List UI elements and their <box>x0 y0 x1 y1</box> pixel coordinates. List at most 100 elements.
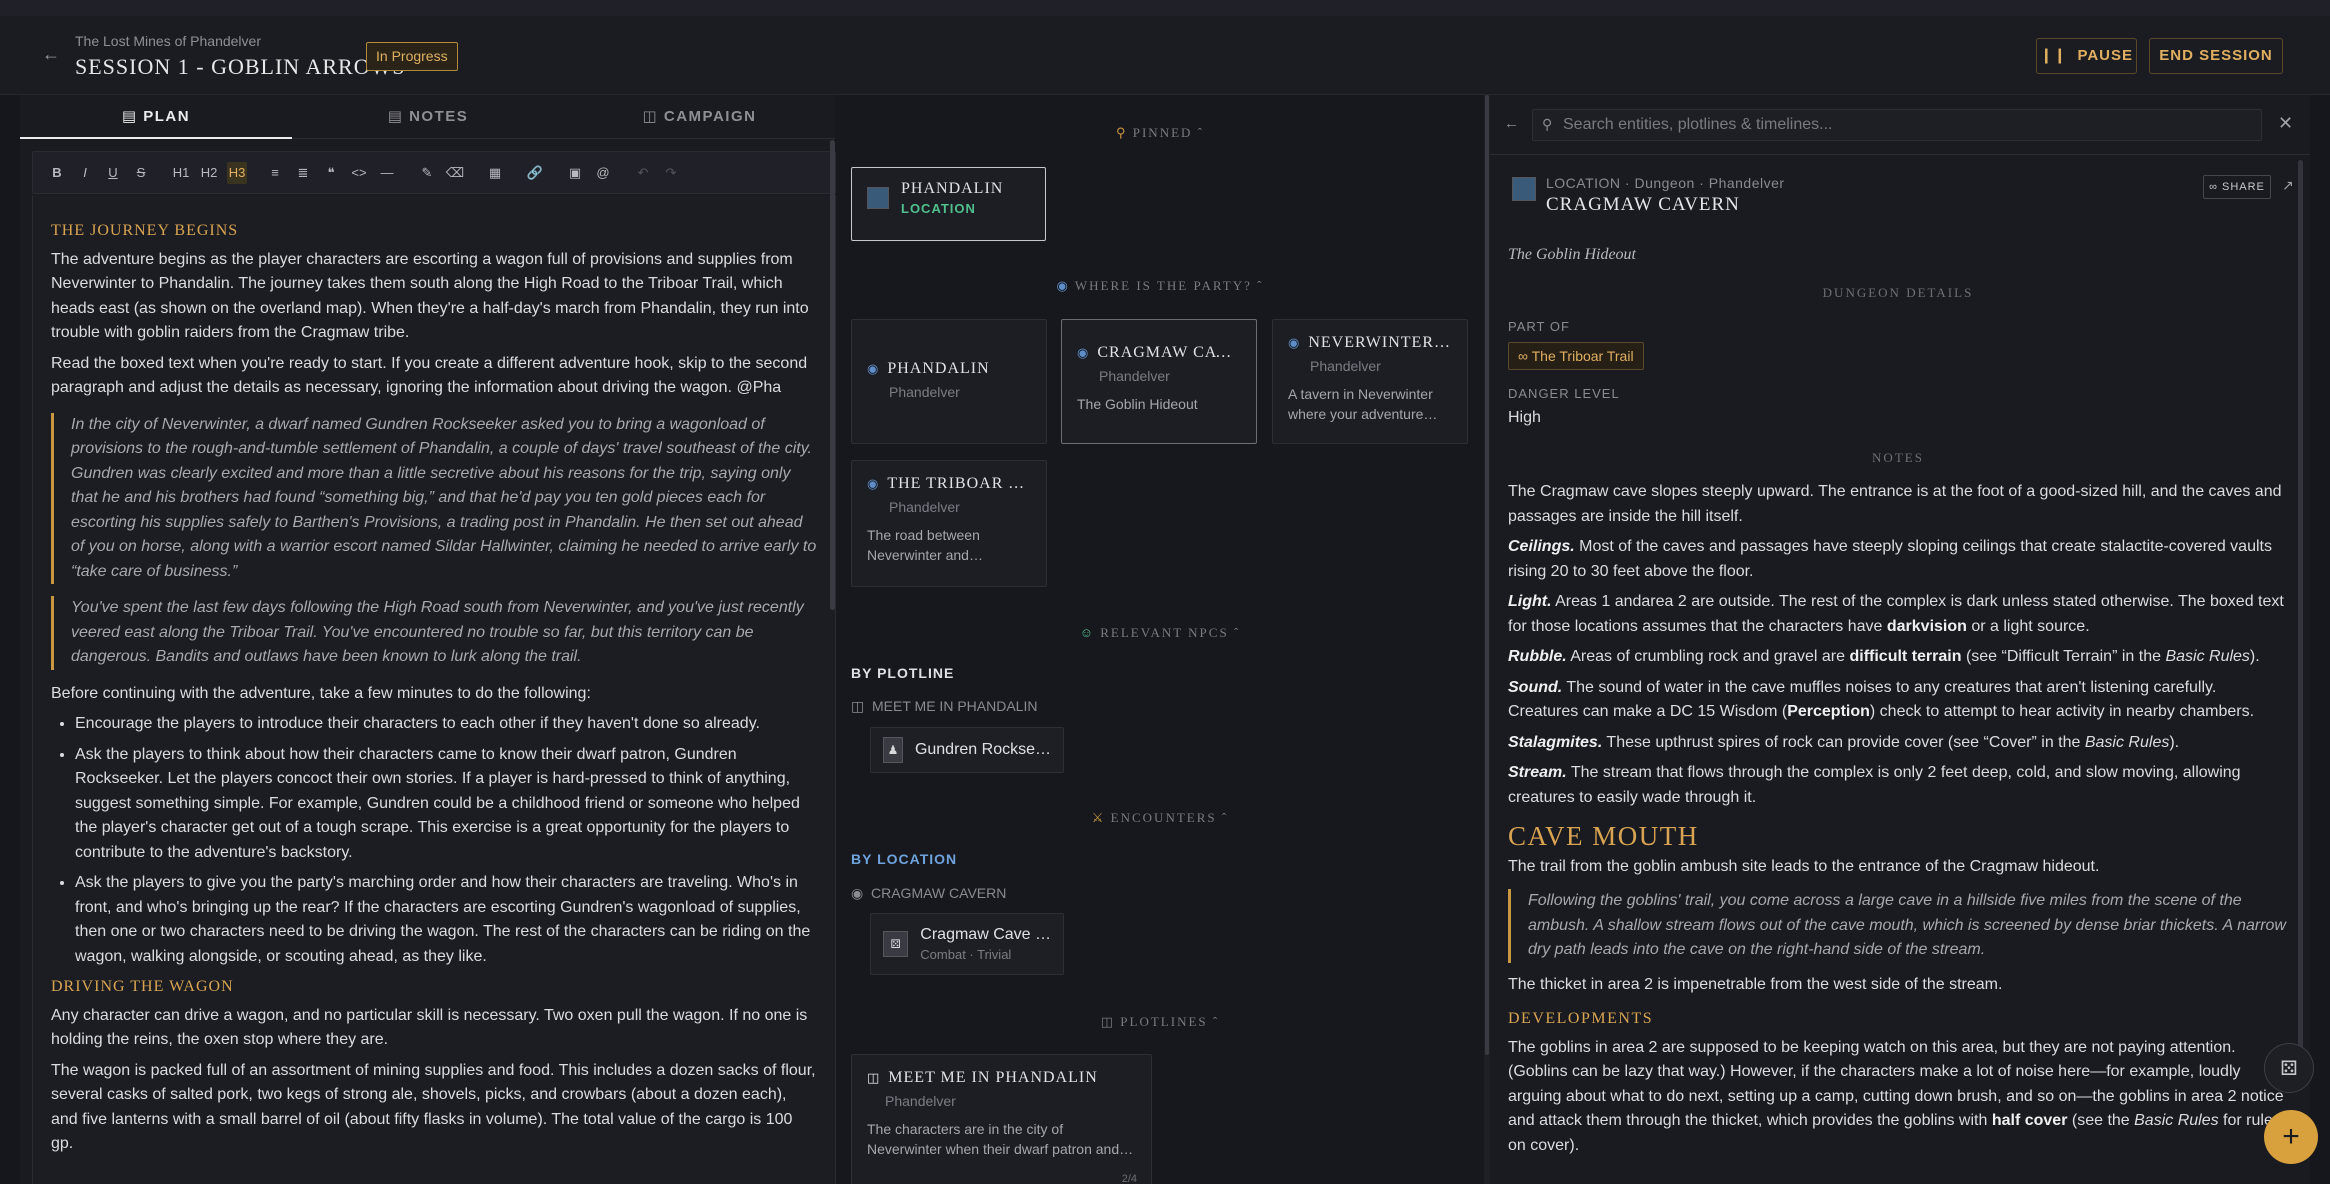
danger-level-label: DANGER LEVEL <box>1508 386 1620 401</box>
heading-developments: DEVELOPMENTS <box>1508 1010 1654 1027</box>
strikethrough-icon[interactable]: S <box>131 162 151 184</box>
section-plotlines[interactable]: ◫ PLOTLINES ˆ <box>836 1014 1484 1030</box>
mention-icon[interactable]: @ <box>593 162 613 184</box>
section-npcs[interactable]: ☺ RELEVANT NPCS ˆ <box>836 625 1484 641</box>
image-icon[interactable]: ▣ <box>565 162 585 184</box>
part-of-chip[interactable]: ∞ The Triboar Trail <box>1508 342 1644 370</box>
dice-roller-button[interactable]: ⚄ <box>2264 1043 2314 1093</box>
tab-notes[interactable]: ▤ NOTES <box>292 95 564 139</box>
end-session-button[interactable]: END SESSION <box>2149 38 2283 74</box>
location-card-sub: Phandelver <box>889 499 960 515</box>
npcs-label: RELEVANT NPCS <box>1100 625 1229 640</box>
tab-plan-label: PLAN <box>143 108 191 125</box>
plotline-card[interactable]: ◫ MEET ME IN PHANDALIN Phandelver The cha… <box>851 1054 1152 1184</box>
list-item: Ask the players to give you the party's … <box>75 871 817 969</box>
chevron-up-icon: ˆ <box>1221 810 1229 825</box>
context-panel: ⚲ PINNED ˆ PHANDALIN LOCATION ◉ WHERE IS… <box>836 95 1484 1184</box>
table-icon[interactable]: ▦ <box>485 162 505 184</box>
rules-ref: Basic Rules <box>2084 733 2170 751</box>
quote-icon[interactable]: ❝ <box>321 162 341 184</box>
pause-button[interactable]: ❙❙ PAUSE <box>2036 38 2137 74</box>
text: (see the <box>2067 1112 2135 1129</box>
heading2-icon[interactable]: H2 <box>199 162 219 184</box>
chevron-up-icon: ˆ <box>1212 1014 1220 1029</box>
encounter-title: Cragmaw Cave … <box>920 926 1051 943</box>
highlight-icon[interactable]: ✎ <box>417 162 437 184</box>
link-icon[interactable]: 🔗 <box>525 162 545 184</box>
window-strip <box>0 0 2330 16</box>
heading3-icon[interactable]: H3 <box>227 162 247 184</box>
plus-icon: + <box>2282 1120 2300 1153</box>
close-icon[interactable]: ✕ <box>2278 113 2293 134</box>
section-encounters[interactable]: ⚔ ENCOUNTERS ˆ <box>836 810 1484 826</box>
eraser-icon[interactable]: ⌫ <box>445 162 465 184</box>
entity-meta: LOCATION · Dungeon · Phandelver <box>1546 175 1785 191</box>
divider-scrollbar[interactable] <box>1485 95 1489 1055</box>
paragraph: Light. Areas 1 andarea 2 are outside. Th… <box>1508 590 2288 639</box>
heading1-icon[interactable]: H1 <box>171 162 191 184</box>
pinned-card[interactable]: PHANDALIN LOCATION <box>851 167 1046 241</box>
location-card-selected[interactable]: ◉ CRAGMAW CAVE… Phandelver The Goblin Hid… <box>1061 319 1257 444</box>
editor-scrollbar[interactable] <box>830 140 835 610</box>
plotline-card-sub: Phandelver <box>885 1093 956 1109</box>
text: or a light source. <box>1966 617 2090 635</box>
numbered-list-icon[interactable]: ≣ <box>293 162 313 184</box>
undo-icon[interactable]: ↶ <box>633 162 653 184</box>
entity-title: CRAGMAW CAVERN <box>1546 194 1740 215</box>
paragraph: The wagon is packed full of an assortmen… <box>51 1061 816 1153</box>
npc-chip[interactable]: ♟ Gundren Rockse… <box>870 727 1064 773</box>
tab-campaign-label: CAMPAIGN <box>663 108 757 125</box>
chevron-up-icon: ˆ <box>1257 278 1264 293</box>
tab-plan[interactable]: ▤ PLAN <box>20 95 292 139</box>
tab-notes-label: NOTES <box>409 108 469 125</box>
by-plotline-label: BY PLOTLINE <box>851 665 955 681</box>
bullet-list-icon[interactable]: ≡ <box>265 162 285 184</box>
underline-icon[interactable]: U <box>103 162 123 184</box>
map-pin-icon: ◉ <box>1288 335 1301 350</box>
bold-term: difficult terrain <box>1849 648 1962 665</box>
entity-notes[interactable]: The Cragmaw cave slopes steeply upward. … <box>1508 480 2288 1164</box>
open-external-icon[interactable]: ↗ <box>2282 177 2294 194</box>
search-bar: ← ⚲ ✕ <box>1490 95 2310 155</box>
paragraph: Any character can drive a wagon, and no … <box>51 1006 808 1049</box>
entity-scrollbar[interactable] <box>2298 160 2303 1080</box>
document-icon: ▤ <box>121 108 138 125</box>
back-arrow-icon[interactable]: ← <box>1504 115 1519 132</box>
plan-editor[interactable]: THE JOURNEY BEGINS The adventure begins … <box>32 195 836 1184</box>
paragraph: Ceilings. Most of the caves and passages… <box>1508 535 2288 584</box>
section-party-location[interactable]: ◉ WHERE IS THE PARTY? ˆ <box>836 278 1484 294</box>
text: The stream that flows through the comple… <box>1508 764 2241 806</box>
code-icon[interactable]: <> <box>349 162 369 184</box>
text: Areas of crumbling rock and gravel are <box>1566 648 1850 665</box>
encounter-chip[interactable]: ⚄ Cragmaw Cave … Combat · Trivial <box>870 913 1064 975</box>
boxed-text: Following the goblins' trail, you come a… <box>1508 889 2288 963</box>
book-icon: ◫ <box>867 1070 881 1085</box>
italic-icon[interactable]: I <box>75 162 95 184</box>
map-pin-icon: ◉ <box>1056 278 1070 293</box>
location-card[interactable]: ◉ PHANDALIN Phandelver <box>851 319 1047 444</box>
bold-icon[interactable]: B <box>47 162 67 184</box>
section-pinned[interactable]: ⚲ PINNED ˆ <box>836 125 1484 141</box>
part-of-label: PART OF <box>1508 319 1570 334</box>
location-card[interactable]: ◉ NEVERWINTER T… Phandelver A tavern in N… <box>1272 319 1468 444</box>
map-pin-icon: ◉ <box>1077 345 1090 360</box>
bold-term: Perception <box>1787 703 1870 720</box>
term: Ceilings. <box>1508 538 1575 555</box>
paragraph: Before continuing with the adventure, ta… <box>51 684 591 702</box>
redo-icon[interactable]: ↷ <box>661 162 681 184</box>
location-card-title: NEVERWINTER T… <box>1308 334 1452 351</box>
horizontal-rule-icon[interactable]: — <box>377 162 397 184</box>
search-input[interactable] <box>1532 109 2262 141</box>
tab-campaign[interactable]: ◫ CAMPAIGN <box>564 95 835 139</box>
location-card[interactable]: ◉ THE TRIBOAR TR… Phandelver The road bet… <box>851 460 1047 587</box>
back-arrow-icon[interactable]: ← <box>42 44 60 65</box>
share-button[interactable]: ∞ SHARE <box>2203 175 2271 199</box>
add-button[interactable]: + <box>2264 1110 2318 1164</box>
location-card-desc: The Goblin Hideout <box>1077 396 1198 412</box>
by-location-label: BY LOCATION <box>851 851 958 867</box>
bold-term: half cover <box>1991 1112 2068 1129</box>
share-label: SHARE <box>2222 181 2265 193</box>
term: Stream. <box>1508 764 1567 781</box>
plan-panel: ▤ PLAN ▤ NOTES ◫ CAMPAIGN B I U S H1 H2 … <box>20 95 836 1184</box>
paragraph: The trail from the goblin ambush site le… <box>1508 857 2100 875</box>
